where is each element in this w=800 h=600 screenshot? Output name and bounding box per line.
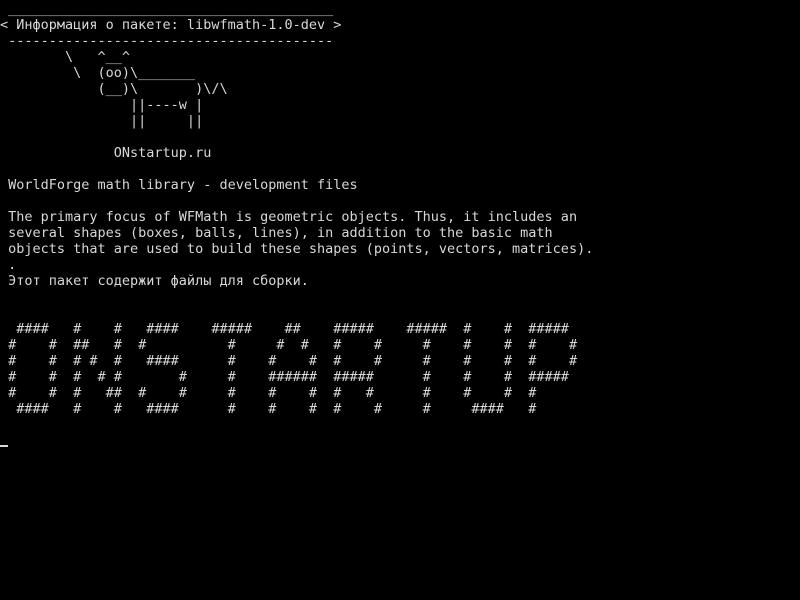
prompt-line[interactable] bbox=[0, 433, 800, 449]
banner-line: # # ## # # # # # # # # # # # # bbox=[0, 337, 578, 353]
cow-art-line: \ ^__^ bbox=[0, 49, 131, 65]
description-line: . bbox=[0, 257, 17, 273]
banner-line: # # # # # #### # # # # # # # # # # bbox=[0, 353, 578, 369]
description-line: several shapes (boxes, balls, lines), in… bbox=[0, 225, 553, 241]
cow-art-line: || || bbox=[0, 113, 204, 129]
package-summary: WorldForge math library - development fi… bbox=[0, 177, 358, 193]
cowsay-message: < Информация о пакете: libwfmath-1.0-dev… bbox=[0, 17, 342, 33]
banner-line: # # # # # # # ###### ##### # # # ##### bbox=[0, 369, 569, 385]
description-line-ru: Этот пакет содержит файлы для сборки. bbox=[0, 273, 309, 289]
cowsay-top-border: ________________________________________ bbox=[0, 1, 334, 17]
banner-line: # # # ## # # # # # # # # # # # bbox=[0, 385, 537, 401]
text-cursor bbox=[0, 445, 8, 447]
cowsay-bottom-border: ---------------------------------------- bbox=[0, 33, 334, 49]
terminal-output: ________________________________________… bbox=[0, 1, 800, 433]
banner-line: #### # # #### # # # # # # #### # bbox=[0, 401, 537, 417]
site-credit: ONstartup.ru bbox=[0, 145, 212, 161]
cow-art-line: \ (oo)\_______ bbox=[0, 65, 196, 81]
terminal-screen[interactable]: ________________________________________… bbox=[0, 0, 800, 600]
description-line: The primary focus of WFMath is geometric… bbox=[0, 209, 578, 225]
banner-line: #### # # #### ##### ## ##### ##### # # #… bbox=[0, 321, 569, 337]
description-line: objects that are used to build these sha… bbox=[0, 241, 594, 257]
cow-art-line: (__)\ )\/\ bbox=[0, 81, 228, 97]
cow-art-line: ||----w | bbox=[0, 97, 204, 113]
